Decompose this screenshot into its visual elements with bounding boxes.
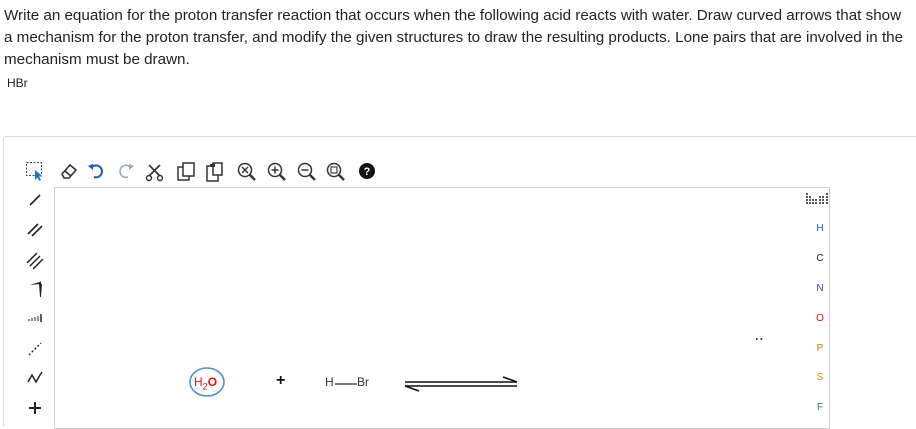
clean-icon[interactable] — [236, 161, 258, 183]
water-h: H — [194, 375, 203, 389]
reaction-plus: + — [276, 372, 286, 389]
drawing-canvas[interactable]: H2O + H Br : — [54, 187, 830, 429]
paste-icon[interactable] — [204, 161, 224, 183]
chain-icon[interactable] — [26, 370, 44, 386]
h-br-bond[interactable] — [335, 382, 357, 386]
wedge-bond-icon[interactable] — [28, 280, 44, 298]
select-icon[interactable] — [25, 161, 45, 181]
element-n-button[interactable]: N — [812, 283, 828, 294]
zoom-fit-icon[interactable] — [325, 161, 347, 183]
double-bond-icon[interactable] — [26, 221, 44, 239]
single-bond-icon[interactable] — [27, 192, 43, 208]
acid-label: HBr — [7, 76, 28, 90]
zoom-in-icon[interactable] — [266, 161, 288, 183]
hash-bond-icon[interactable] — [27, 312, 45, 326]
element-o-button[interactable]: O — [812, 313, 828, 324]
question-text: Write an equation for the proton transfe… — [4, 7, 904, 68]
triple-bond-icon[interactable] — [25, 250, 45, 270]
element-h-button[interactable]: H — [812, 223, 828, 234]
erase-icon[interactable] — [59, 162, 79, 180]
cut-icon[interactable] — [145, 162, 165, 182]
svg-text:?: ? — [364, 166, 371, 178]
undo-icon[interactable] — [87, 162, 105, 180]
water-o: O — [207, 375, 218, 389]
help-icon[interactable]: ? — [358, 162, 376, 180]
dashed-bond-icon[interactable] — [27, 341, 43, 357]
element-p-button[interactable]: P — [812, 343, 828, 354]
element-f-button[interactable]: F — [812, 402, 828, 413]
structure-editor: ? H2O + H Br: H C N O P S F — [3, 136, 916, 429]
equilibrium-arrow[interactable] — [403, 376, 519, 392]
copy-icon[interactable] — [176, 161, 196, 183]
hbr-br[interactable]: Br — [357, 375, 369, 389]
add-charge-icon[interactable] — [28, 400, 42, 416]
hbr-h[interactable]: H — [325, 375, 334, 389]
element-s-button[interactable]: S — [812, 372, 828, 383]
lone-pair-dots[interactable]: : — [753, 337, 767, 341]
water-molecule[interactable]: H2O — [194, 375, 217, 391]
zoom-out-icon[interactable] — [296, 161, 318, 183]
redo-icon[interactable] — [117, 162, 135, 180]
periodic-table-icon[interactable] — [805, 191, 829, 207]
element-c-button[interactable]: C — [812, 253, 828, 264]
